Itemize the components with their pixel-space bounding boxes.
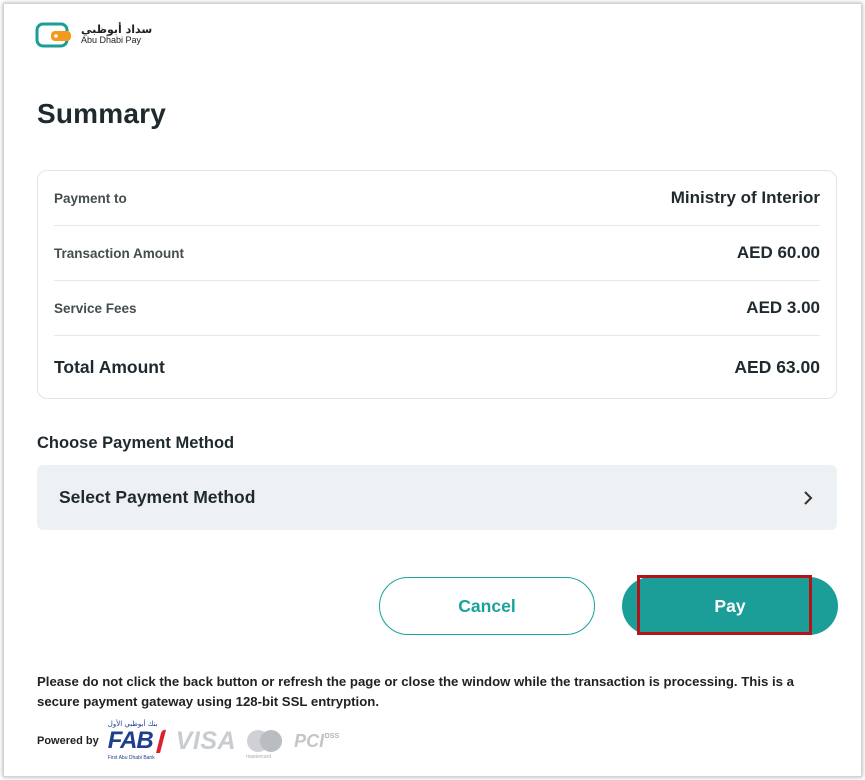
dss-text: DSS — [324, 733, 340, 740]
summary-row-service-fees: Service Fees AED 3.00 — [54, 281, 820, 336]
summary-row-payment-to: Payment to Ministry of Interior — [54, 171, 820, 226]
summary-value: AED 3.00 — [746, 298, 820, 317]
abu-dhabi-pay-logo: سداد أبوظبي Abu Dhabi Pay — [35, 22, 152, 48]
summary-label: Payment to — [54, 190, 127, 206]
summary-row-total-amount: Total Amount AED 63.00 — [54, 336, 820, 399]
mastercard-logo: mastercard — [245, 730, 285, 760]
pay-button[interactable]: Pay — [622, 577, 838, 635]
total-label: Total Amount — [54, 357, 165, 377]
fab-swoosh-icon — [155, 729, 166, 753]
mastercard-subtitle: mastercard — [246, 754, 272, 760]
pci-dss-logo: PCI DSS — [294, 731, 339, 751]
logo-english-text: Abu Dhabi Pay — [81, 35, 142, 46]
fab-arabic-text: بنك أبوظبي الأول — [107, 720, 158, 728]
summary-label: Transaction Amount — [54, 245, 185, 261]
security-notice: Please do not click the back button or r… — [37, 674, 794, 709]
payment-page: سداد أبوظبي Abu Dhabi Pay Summary Paymen… — [3, 3, 862, 777]
summary-value: AED 60.00 — [736, 243, 820, 262]
wallet-logo-icon — [35, 22, 73, 48]
select-payment-method-button[interactable]: Select Payment Method — [37, 465, 837, 530]
fab-logo: بنك أبوظبي الأول FAB First Abu Dhabi Ban… — [107, 720, 167, 761]
cancel-button[interactable]: Cancel — [379, 577, 595, 635]
powered-by-label: Powered by — [37, 735, 99, 747]
payment-method-heading: Choose Payment Method — [37, 434, 235, 452]
summary-label: Service Fees — [54, 300, 137, 316]
summary-card: Payment to Ministry of Interior Transact… — [37, 170, 837, 399]
fab-subtitle: First Abu Dhabi Bank — [107, 755, 155, 761]
powered-by-bar: Powered by بنك أبوظبي الأول FAB First Ab… — [37, 720, 339, 761]
pci-text: PCI — [294, 731, 325, 751]
visa-logo: VISA — [175, 727, 237, 755]
total-value: AED 63.00 — [734, 357, 820, 377]
chevron-right-icon — [803, 486, 813, 510]
summary-value: Ministry of Interior — [670, 188, 820, 207]
fab-text: FAB — [107, 727, 154, 754]
summary-row-transaction-amount: Transaction Amount AED 60.00 — [54, 226, 820, 281]
page-title: Summary — [37, 98, 167, 129]
select-payment-method-label: Select Payment Method — [59, 487, 256, 507]
